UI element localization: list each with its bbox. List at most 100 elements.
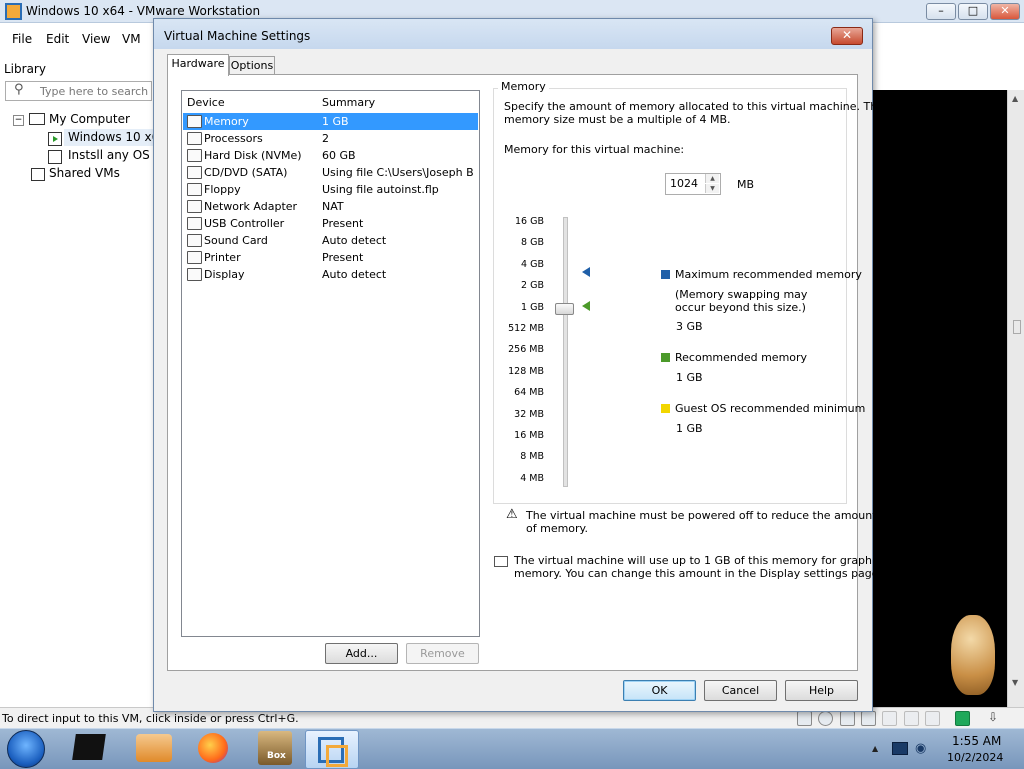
memory-input[interactable]: 1024 ▲ ▼ [665,173,721,195]
floppy-status-icon[interactable] [840,711,855,726]
taskbar-vmware-button[interactable] [305,730,359,769]
vmware-app-icon [5,3,22,20]
memory-increment-icon[interactable]: ▲ [705,174,719,183]
fullscreen-icon[interactable]: ⇩ [988,710,998,724]
max-recommended-note-2: occur beyond this size.) [675,301,806,314]
floppy-icon [187,183,202,196]
clock-time[interactable]: 1:55 AM [952,734,1001,748]
device-name: Display [204,268,245,281]
tree-item-shared-vms[interactable]: Shared VMs [49,166,120,180]
menu-edit[interactable]: Edit [46,32,69,46]
scroll-down-icon[interactable]: ▼ [1012,678,1018,687]
menu-vm[interactable]: VM [122,32,141,46]
device-summary: 60 GB [322,149,356,162]
device-summary: Present [322,251,364,264]
device-list[interactable]: Device Summary Memory 1 GB Processors 2 Hard… [181,90,480,637]
memory-scale-label: 128 MB [508,366,544,377]
memory-description-line-1: Specify the amount of memory allocated t… [504,100,884,113]
device-row[interactable]: Network Adapter NAT [183,198,478,215]
hard-disk-status-icon[interactable] [797,711,812,726]
max-recommended-note-1: (Memory swapping may [675,288,808,301]
device-row[interactable]: Processors 2 [183,130,478,147]
device-row[interactable]: Sound Card Auto detect [183,232,478,249]
minimize-button[interactable]: – [926,3,956,20]
scroll-thumb[interactable] [1013,320,1021,334]
printer-status-icon[interactable] [882,711,897,726]
close-window-button[interactable]: ✕ [990,3,1020,20]
main-window-title: Windows 10 x64 - VMware Workstation [26,4,261,18]
memory-scale-label: 16 GB [515,216,544,227]
memory-decrement-icon[interactable]: ▼ [705,184,719,193]
memory-slider-thumb[interactable] [555,303,574,315]
library-search-input[interactable]: ⚲ Type here to search [5,81,152,101]
menu-view[interactable]: View [82,32,110,46]
hamster-mascot-image [951,615,995,695]
collapse-toggle-icon[interactable]: − [13,115,24,126]
device-row[interactable]: Memory 1 GB [183,113,478,130]
device-summary: Present [322,217,364,230]
taskbar-app-terminal-icon[interactable] [72,734,106,760]
help-button[interactable]: Help [785,680,858,701]
memory-input-value[interactable]: 1024 [670,177,698,190]
tray-show-hidden-icon[interactable]: ▲ [872,744,878,753]
computer-icon [29,113,45,125]
tray-network-icon[interactable]: ◉ [915,741,926,756]
device-row[interactable]: Hard Disk (NVMe) 60 GB [183,147,478,164]
vm-settings-dialog: Virtual Machine Settings ✕ Hardware Opti… [153,18,887,712]
tree-item-my-computer[interactable]: My Computer [49,112,130,126]
cd-dvd-icon [187,166,202,179]
memory-scale-label: 32 MB [514,409,544,420]
tray-display-icon[interactable] [892,742,908,755]
usb-status-icon[interactable] [925,711,940,726]
cancel-button[interactable]: Cancel [704,680,777,701]
taskbar-media-player-icon[interactable] [136,734,172,762]
vm-scrollbar[interactable]: ▲ ▼ [1007,90,1024,707]
device-name: Floppy [204,183,241,196]
sound-status-icon[interactable] [904,711,919,726]
tab-options[interactable]: Options [229,56,275,75]
device-name: Network Adapter [204,200,298,213]
clock-date[interactable]: 10/2/2024 [947,751,1003,764]
remove-hardware-button[interactable]: Remove [406,643,479,664]
memory-slider-track[interactable] [563,217,568,487]
memory-scale-label: 2 GB [521,280,544,291]
ok-button[interactable]: OK [623,680,696,701]
graphics-memory-info-line-1: The virtual machine will use up to 1 GB … [514,554,887,567]
powered-off-warning-line-2: of memory. [526,522,588,535]
memory-scale-label: 4 MB [520,473,544,484]
maximize-button[interactable]: □ [958,3,988,20]
sound-icon [187,234,202,247]
vm-icon [48,150,62,164]
memory-scale-label: 8 MB [520,451,544,462]
message-status-icon[interactable] [955,711,970,726]
summary-column-header[interactable]: Summary [322,96,375,109]
taskbar-box-app-icon[interactable]: Box [258,731,292,765]
vm-screen[interactable] [871,90,1007,707]
device-row[interactable]: CD/DVD (SATA) Using file C:\Users\Joseph … [183,164,478,181]
add-hardware-button[interactable]: Add... [325,643,398,664]
device-summary: 2 [322,132,329,145]
device-name: Printer [204,251,241,264]
memory-scale-label: 512 MB [508,323,544,334]
dialog-close-button[interactable]: ✕ [831,27,863,45]
tree-item-install-os[interactable]: Instsll any OS [68,148,150,162]
start-button[interactable] [7,730,45,768]
network-status-icon[interactable] [861,711,876,726]
scroll-up-icon[interactable]: ▲ [1012,94,1018,103]
device-summary: Auto detect [322,268,387,281]
recommended-value: 1 GB [676,371,703,384]
device-name: Hard Disk (NVMe) [204,149,302,162]
device-row[interactable]: USB Controller Present [183,215,478,232]
device-row[interactable]: Printer Present [183,249,478,266]
recommended-marker-icon [582,301,590,311]
status-text: To direct input to this VM, click inside… [2,712,299,725]
device-row[interactable]: Display Auto detect [183,266,478,283]
device-column-header[interactable]: Device [187,96,225,109]
tab-hardware[interactable]: Hardware [167,54,229,76]
cd-status-icon[interactable] [818,711,833,726]
vmware-taskbar-icon [318,737,348,767]
library-search-placeholder: Type here to search [40,85,149,98]
taskbar-firefox-icon[interactable] [198,733,228,763]
device-row[interactable]: Floppy Using file autoinst.flp [183,181,478,198]
menu-file[interactable]: File [12,32,32,46]
